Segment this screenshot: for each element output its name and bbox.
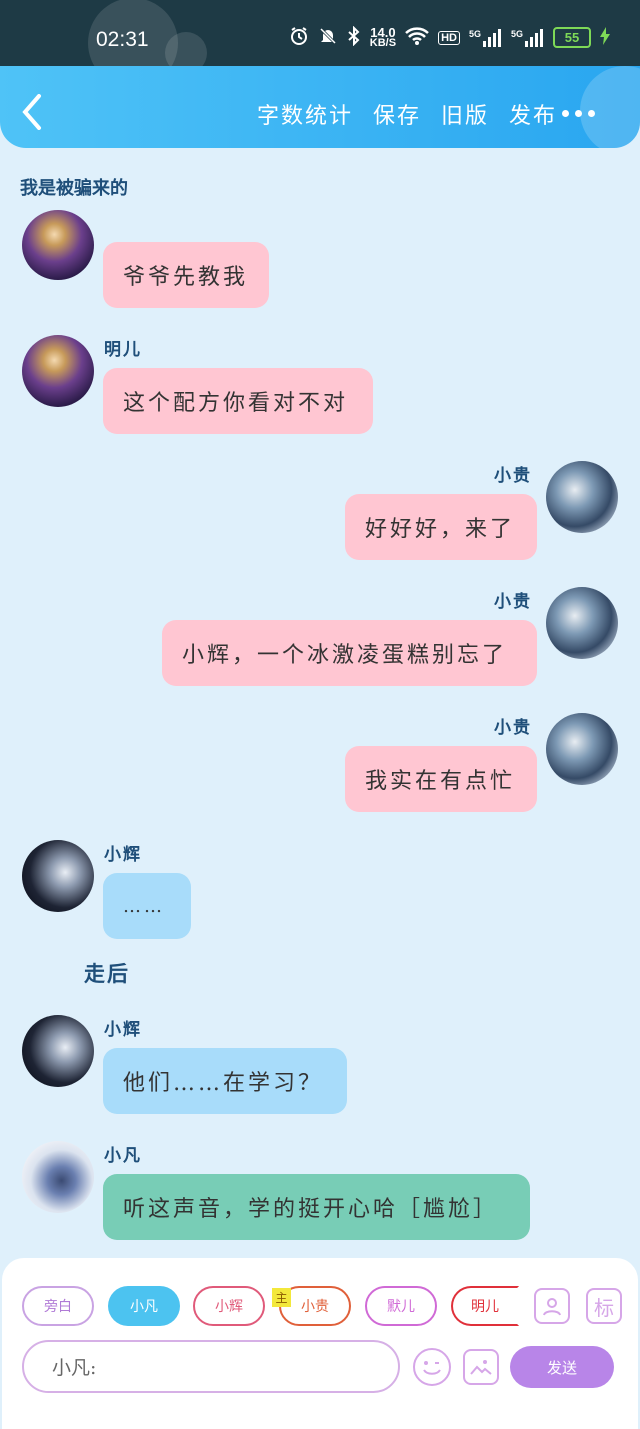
avatar[interactable] [22,335,94,407]
emoji-icon[interactable] [413,1348,451,1386]
net-speed-unit: KB/S [369,36,397,49]
sender-name: 小贵 [494,466,532,486]
send-button[interactable]: 发送 [510,1346,614,1388]
signal-5g-1-label: 5G [468,28,481,39]
hd-badge: HD [438,30,460,45]
net-speed-value: 14.0 [370,24,396,40]
narration-text: 走后 [84,961,130,986]
signal-bars-icon [482,28,501,47]
role-chip-narrator[interactable]: 旁白 [22,1286,94,1326]
avatar[interactable] [22,1015,94,1087]
chat-bubble: 听这声音，学的挺开心哈［尴尬］ [103,1174,530,1240]
net-speed: 14.0 KB/S [369,24,397,49]
toolbar-menu: 字数统计 保存 旧版 发布 [257,98,557,130]
save-button[interactable]: 保存 [373,98,421,130]
publish-button[interactable]: 发布 [509,98,557,130]
chat-bubble: 他们……在学习？ [103,1048,347,1114]
signal-5g-1: 5G [468,28,502,47]
chat-bubble: …… [103,873,191,939]
chat-bubble: 小辉，一个冰激凌蛋糕别忘了 [162,620,537,686]
sender-name: 小贵 [494,718,532,738]
role-chip-minger[interactable]: 明儿 [451,1286,519,1326]
wifi-icon [405,27,429,48]
signal-5g-2-label: 5G [510,28,523,39]
sender-name: 小贵 [494,592,532,612]
image-icon[interactable] [463,1349,499,1385]
signal-bars-icon [525,28,543,47]
chat-title: 我是被骗来的 [20,178,128,199]
avatar[interactable] [546,713,618,785]
avatar[interactable] [22,1141,94,1213]
bluetooth-icon [347,25,361,49]
sender-name: 小凡 [104,1146,142,1166]
chat-bubble: 爷爷先教我 [103,242,269,308]
status-icons: 14.0 KB/S HD 5G 5G 55 [289,26,610,49]
word-count-button[interactable]: 字数统计 [257,98,353,130]
avatar[interactable] [546,587,618,659]
label-tag-icon[interactable]: 标 [586,1288,622,1324]
more-icon[interactable] [562,110,595,117]
sender-name: 明儿 [104,340,142,360]
status-bar: 02:31 14.0 KB/S HD 5G 5G 55 [0,0,640,88]
sender-name: 小辉 [104,845,142,865]
battery-icon: 55 [553,27,591,48]
role-chip-xiaofan[interactable]: 小凡 [108,1286,180,1326]
top-bar: 字数统计 保存 旧版 发布 [0,66,640,148]
message-input[interactable]: 小凡: [22,1340,400,1393]
mute-icon [318,26,338,49]
main-role-tag: 主 [272,1288,291,1307]
avatar[interactable] [22,840,94,912]
avatar[interactable] [546,461,618,533]
avatar[interactable] [22,210,94,280]
status-time: 02:31 [96,28,149,51]
old-version-button[interactable]: 旧版 [441,98,489,130]
role-chip-moer[interactable]: 默儿 [365,1286,437,1326]
charging-icon [600,27,610,48]
chat-bubble: 这个配方你看对不对 [103,368,373,434]
signal-5g-2: 5G [510,28,544,47]
topbar-decor [580,66,640,148]
role-chip-xiaohui[interactable]: 小辉 [193,1286,265,1326]
alarm-icon [289,26,309,49]
sender-name: 小辉 [104,1020,142,1040]
chat-bubble: 好好好，来了 [345,494,537,560]
back-icon[interactable] [22,94,42,130]
role-manager-icon[interactable] [534,1288,570,1324]
chat-bubble: 我实在有点忙 [345,746,537,812]
